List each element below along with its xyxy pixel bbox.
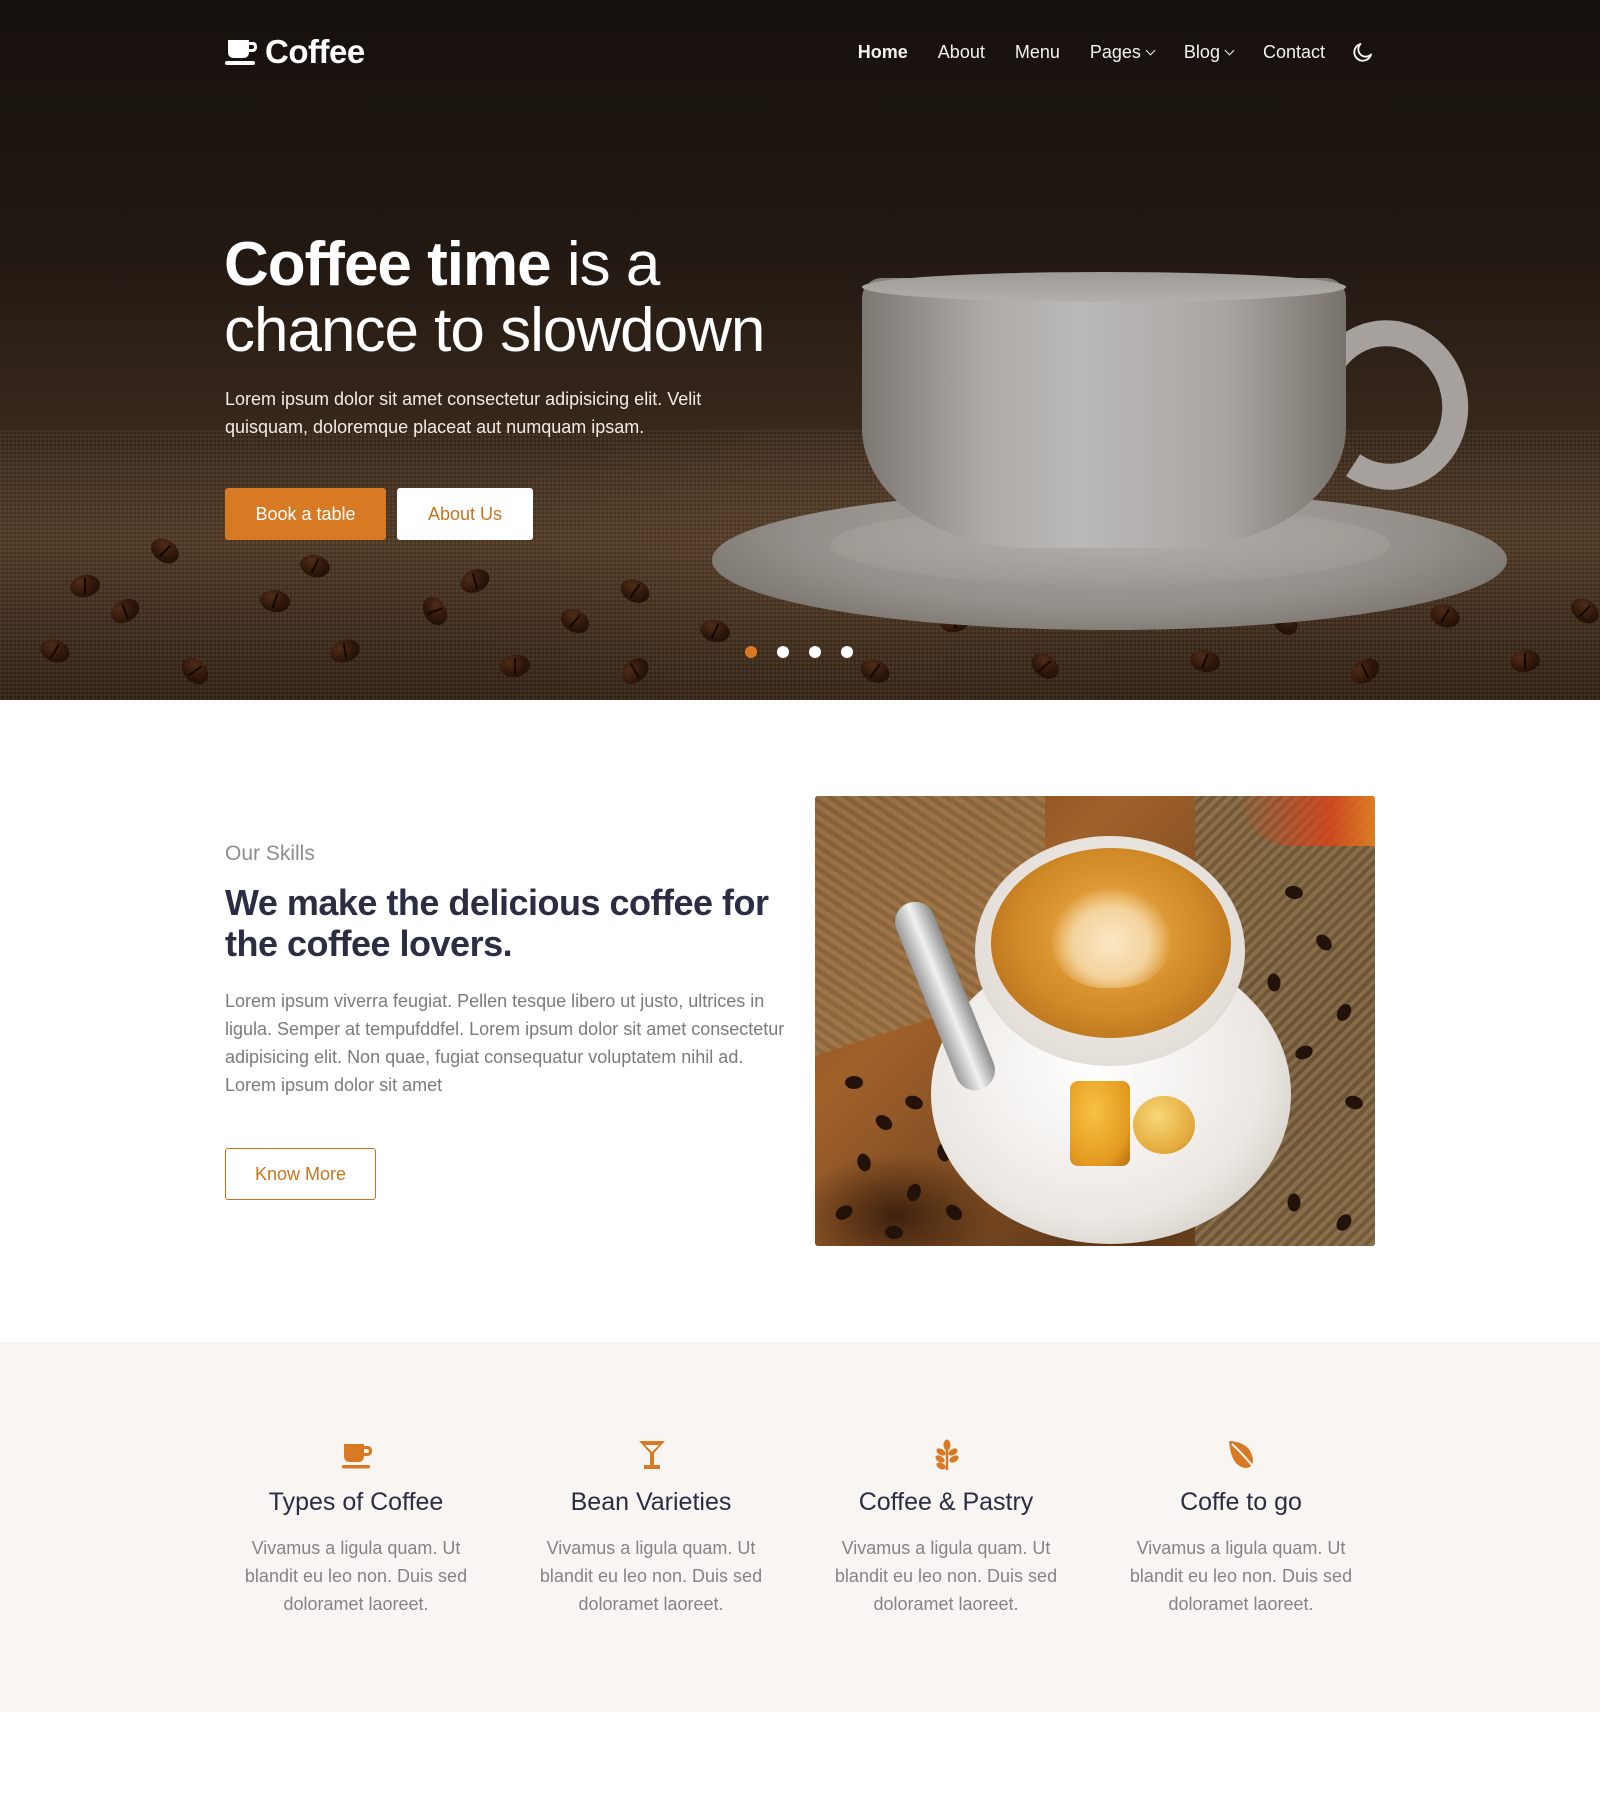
coffee-cup-icon — [225, 40, 257, 65]
feature-text: Vivamus a ligula quam. Ut blandit eu leo… — [244, 1538, 468, 1614]
hero-title-line-2: chance to slowdown — [224, 296, 765, 365]
features-section: Types of Coffee Vivamus a ligula quam. U… — [0, 1342, 1600, 1712]
nav-item-blog[interactable]: Blog — [1183, 41, 1235, 63]
hero-title-strong: Coffee time — [224, 230, 552, 299]
seedling-icon — [935, 1439, 959, 1470]
nav-item-pages[interactable]: Pages — [1089, 41, 1156, 63]
coffee-bean — [903, 1093, 925, 1112]
nav-item-menu[interactable]: Menu — [1015, 42, 1060, 63]
nav-item-label: Blog — [1183, 41, 1220, 62]
brand-logo[interactable]: Coffee — [225, 30, 365, 74]
slider-dot-1[interactable] — [745, 646, 757, 658]
cookie-image — [1133, 1096, 1195, 1154]
nav-item-about[interactable]: About — [938, 42, 985, 63]
nav-item-label: Pages — [1089, 41, 1141, 62]
feature-text: Vivamus a ligula quam. Ut blandit eu leo… — [834, 1538, 1058, 1614]
coffee-bean — [904, 1181, 924, 1204]
slider-dots — [745, 646, 853, 658]
nav-item-home[interactable]: Home — [858, 42, 908, 63]
slider-dot-3[interactable] — [809, 646, 821, 658]
latte-image — [815, 796, 1375, 1246]
nav-item-contact[interactable]: Contact — [1263, 42, 1325, 63]
coffee-bean — [1287, 1193, 1301, 1212]
latte-art-image — [1051, 888, 1171, 988]
skills-text: Lorem ipsum viverra feugiat. Pellen tesq… — [225, 991, 785, 1095]
leaf-icon — [1229, 1441, 1257, 1471]
coffee-bean — [884, 1225, 904, 1240]
coffee-bean — [845, 1076, 863, 1089]
brand-name: Coffee — [265, 33, 365, 70]
feature-text: Vivamus a ligula quam. Ut blandit eu leo… — [539, 1538, 763, 1614]
moon-icon[interactable] — [1351, 40, 1375, 64]
slider-dot-4[interactable] — [841, 646, 853, 658]
pastry-image — [1070, 1081, 1130, 1166]
feature-title: Types of Coffee — [268, 1488, 444, 1516]
hero-title-rest: is a — [550, 230, 660, 299]
navbar: Coffee Home About Menu Pages Blog Contact — [225, 30, 1375, 74]
skills-heading: We make the delicious coffee for the cof… — [225, 882, 769, 964]
hero-section: Coffee Home About Menu Pages Blog Contact Cof… — [0, 0, 1600, 700]
nav-item-label: Contact — [1262, 41, 1325, 62]
chevron-down-icon — [1224, 45, 1235, 55]
feature-title: Coffe to go — [1180, 1488, 1302, 1516]
slider-dot-2[interactable] — [777, 646, 789, 658]
nav-item-label: Menu — [1014, 41, 1060, 62]
feature-text: Vivamus a ligula quam. Ut blandit eu leo… — [1129, 1538, 1353, 1614]
about-us-button[interactable]: About Us — [397, 488, 533, 540]
coffee-bean — [832, 1202, 856, 1223]
hero-description: Lorem ipsum dolor sit amet consectetur a… — [225, 389, 702, 437]
feature-title: Coffee & Pastry — [858, 1488, 1034, 1516]
book-table-button[interactable]: Book a table — [225, 488, 386, 540]
coffee-bean — [855, 1152, 873, 1173]
feature-title: Bean Varieties — [570, 1488, 732, 1516]
cocktail-glass-icon — [639, 1441, 665, 1469]
skills-kicker: Our Skills — [225, 842, 315, 865]
nav-item-label: Home — [857, 41, 908, 62]
coffee-bean — [942, 1201, 966, 1224]
nav-menu: Home About Menu Pages Blog Contact — [828, 30, 1375, 74]
know-more-button[interactable]: Know More — [225, 1148, 376, 1200]
nav-item-label: About — [937, 41, 985, 62]
hero-title: Coffee time is a chance to slowdown — [224, 232, 864, 364]
coffee-bean — [872, 1111, 896, 1134]
coffee-cup-icon — [342, 1444, 372, 1469]
chevron-down-icon — [1145, 45, 1156, 55]
